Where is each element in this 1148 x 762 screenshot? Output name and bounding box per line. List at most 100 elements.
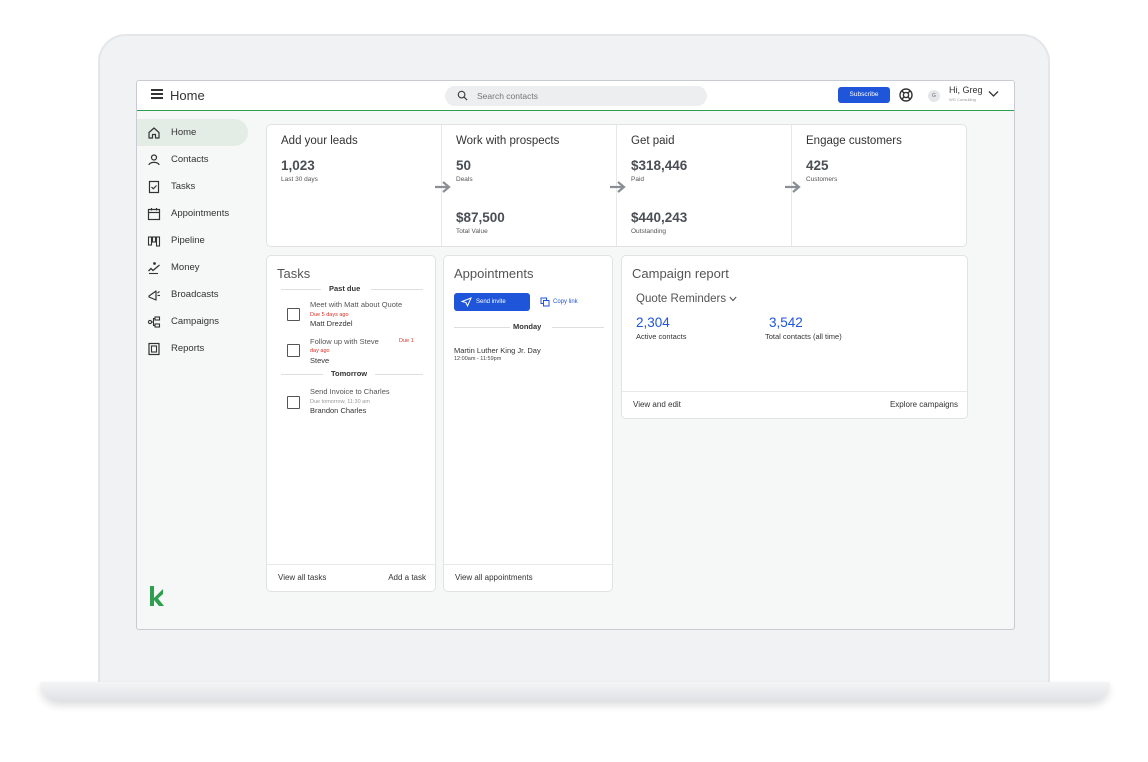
paid-column[interactable]: Get paid $318,446 Paid $440,243 Outstand… <box>610 125 792 246</box>
divider <box>281 374 323 375</box>
send-invite-button[interactable]: Send invite <box>454 293 530 311</box>
person-icon <box>148 153 160 165</box>
divider <box>454 327 510 328</box>
prospects-column[interactable]: Work with prospects 50 Deals $87,500 Tot… <box>435 125 617 246</box>
task-due: day ago <box>310 348 330 354</box>
keap-logo-icon <box>150 586 164 606</box>
chevron-down-icon[interactable] <box>988 90 999 98</box>
past-due-label: Past due <box>329 284 361 293</box>
chevron-down-icon <box>729 296 737 302</box>
sidebar-item-contacts[interactable]: Contacts <box>137 146 255 173</box>
leads-value: 1,023 <box>281 158 315 173</box>
task-checkbox[interactable] <box>287 396 300 409</box>
appointments-footer: View all appointments <box>444 564 612 591</box>
prospects-deals-value: 50 <box>456 158 472 173</box>
sidebar-item-tasks[interactable]: Tasks <box>137 173 255 200</box>
user-company: WG Consulting <box>949 97 976 102</box>
sidebar-item-label: Campaigns <box>171 316 220 327</box>
sidebar-item-money[interactable]: Money <box>137 254 255 281</box>
view-all-tasks-link[interactable]: View all tasks <box>278 573 326 582</box>
menu-icon[interactable] <box>151 89 163 99</box>
arrow-right-icon <box>610 181 626 193</box>
sidebar-item-broadcasts[interactable]: Broadcasts <box>137 281 255 308</box>
prospects-total-caption: Total Value <box>456 228 488 235</box>
add-task-link[interactable]: Add a task <box>388 573 426 582</box>
prospects-total-value: $87,500 <box>456 210 505 225</box>
tomorrow-label: Tomorrow <box>331 369 368 378</box>
divider <box>281 289 321 290</box>
checklist-icon <box>148 180 160 193</box>
help-lifebuoy-icon[interactable] <box>898 87 914 103</box>
pipeline-icon <box>147 235 161 247</box>
tasks-card: Tasks Past due Meet with Matt about Quot… <box>266 255 436 592</box>
campaign-selector[interactable]: Quote Reminders <box>636 293 737 305</box>
send-icon <box>461 297 472 307</box>
copy-icon <box>540 297 550 307</box>
campaign-icon <box>147 315 161 328</box>
tasks-title: Tasks <box>277 266 311 281</box>
arrow-right-icon <box>785 181 801 193</box>
appointments-card: Appointments Send invite Copy link Monda… <box>443 255 613 592</box>
sidebar-item-pipeline[interactable]: Pipeline <box>137 227 255 254</box>
total-contacts-value: 3,542 <box>769 315 803 330</box>
task-checkbox[interactable] <box>287 344 300 357</box>
subscribe-button[interactable]: Subscribe <box>838 87 890 103</box>
appointment-name[interactable]: Martin Luther King Jr. Day <box>454 346 541 355</box>
appointments-title: Appointments <box>454 266 534 281</box>
customers-column[interactable]: Engage customers 425 Customers <box>785 125 967 246</box>
sidebar-item-label: Reports <box>171 343 205 354</box>
search-icon <box>457 90 468 101</box>
prospects-title: Work with prospects <box>456 135 560 147</box>
report-icon <box>148 342 160 355</box>
divider <box>375 374 423 375</box>
task-person[interactable]: Steve <box>310 356 329 365</box>
avatar[interactable]: G <box>928 90 940 102</box>
customers-title: Engage customers <box>806 135 902 147</box>
paid-value: $318,446 <box>631 158 688 173</box>
sidebar-item-label: Broadcasts <box>171 289 219 300</box>
task-title[interactable]: Follow up with Steve <box>310 337 379 346</box>
task-person[interactable]: Brandon Charles <box>310 406 366 415</box>
active-contacts-label: Active contacts <box>636 332 687 341</box>
task-due: Due 1 <box>399 338 414 344</box>
prospects-deals-caption: Deals <box>456 176 473 183</box>
page-title: Home <box>170 88 205 103</box>
top-bar: Home Subscribe G Hi, Greg WG Consulting <box>137 81 1014 111</box>
sidebar-item-label: Pipeline <box>171 235 205 246</box>
sidebar-item-appointments[interactable]: Appointments <box>137 200 255 227</box>
active-contacts-value: 2,304 <box>636 315 670 330</box>
appointment-time: 12:00am - 11:59pm <box>454 356 502 362</box>
explore-campaigns-link[interactable]: Explore campaigns <box>890 400 958 409</box>
task-checkbox[interactable] <box>287 308 300 321</box>
task-title[interactable]: Meet with Matt about Quote <box>310 300 402 309</box>
megaphone-icon <box>148 289 160 301</box>
copy-link-label: Copy link <box>553 299 578 305</box>
sidebar-item-reports[interactable]: Reports <box>137 335 255 362</box>
sidebar-item-label: Appointments <box>171 208 230 219</box>
calendar-icon <box>147 207 161 220</box>
view-edit-link[interactable]: View and edit <box>633 400 681 409</box>
laptop-mockup: Home Subscribe G Hi, Greg WG Consulting … <box>0 0 1148 762</box>
sidebar-item-label: Money <box>171 262 200 273</box>
search-input[interactable] <box>477 89 697 103</box>
sidebar-item-campaigns[interactable]: Campaigns <box>137 308 255 335</box>
outstanding-caption: Outstanding <box>631 228 667 235</box>
task-title[interactable]: Send Invoice to Charles <box>310 387 390 396</box>
home-icon <box>148 126 160 139</box>
view-all-appointments-link[interactable]: View all appointments <box>455 573 533 582</box>
sidebar-item-home[interactable]: Home <box>137 119 248 146</box>
leads-column[interactable]: Add your leads 1,023 Last 30 days <box>267 125 442 246</box>
task-person[interactable]: Matt Drezdel <box>310 319 353 328</box>
paid-caption: Paid <box>631 176 645 183</box>
task-due: Due tomorrow, 11:30 am <box>310 399 370 405</box>
divider <box>552 327 604 328</box>
laptop-base <box>40 682 1110 702</box>
campaign-title: Campaign report <box>632 266 729 281</box>
copy-link-button[interactable]: Copy link <box>540 294 578 310</box>
customers-caption: Customers <box>806 176 838 183</box>
task-due: Due 5 days ago <box>310 312 349 318</box>
arrow-right-icon <box>435 181 451 193</box>
outstanding-value: $440,243 <box>631 210 688 225</box>
user-greeting[interactable]: Hi, Greg <box>949 85 983 95</box>
search-bar[interactable] <box>445 86 707 106</box>
